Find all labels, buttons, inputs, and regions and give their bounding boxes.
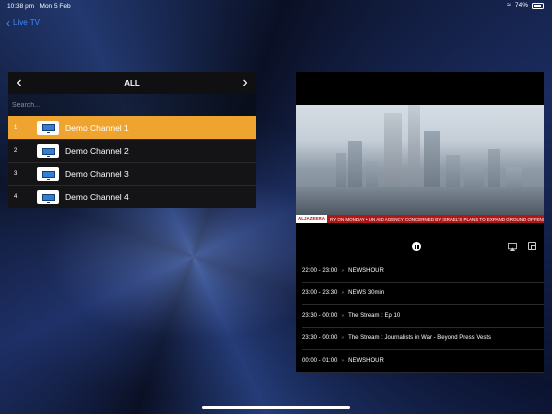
search-input[interactable] xyxy=(12,101,212,109)
chevron-right-icon: » xyxy=(341,290,345,297)
prev-category-button[interactable]: ‹ xyxy=(12,75,26,91)
tv-icon xyxy=(37,144,59,158)
back-button[interactable]: ‹ Live TV xyxy=(6,15,40,30)
program-time: 23:30 - 00:00 xyxy=(302,312,338,319)
channel-row[interactable]: 1 Demo Channel 1 xyxy=(8,116,256,139)
fullscreen-button[interactable] xyxy=(528,242,536,250)
battery-label: 74% xyxy=(514,2,528,9)
channel-number: 2 xyxy=(14,148,18,154)
tv-icon xyxy=(37,167,59,181)
program-row[interactable]: 22:00 - 23:00» NEWSHOUR xyxy=(302,260,544,283)
home-indicator xyxy=(202,406,350,409)
program-time: 23:00 - 23:30 xyxy=(302,290,338,297)
ticker-text: RY ON MONDAY • UN AID AGENCY CONCERNED B… xyxy=(330,216,544,222)
status-time: 10:38 pm Mon 5 Feb xyxy=(7,3,71,10)
video-frame[interactable]: ALJAZEERA RY ON MONDAY • UN AID AGENCY C… xyxy=(296,105,544,223)
chevron-right-icon: » xyxy=(341,267,345,274)
program-time: 22:00 - 23:00 xyxy=(302,267,338,274)
ticker-tag: ALJAZEERA xyxy=(296,215,328,223)
program-guide: 22:00 - 23:00» NEWSHOUR 23:00 - 23:30» NEWS… xyxy=(302,260,544,373)
channel-number: 3 xyxy=(14,171,18,177)
channel-name: Demo Channel 4 xyxy=(65,192,129,202)
chevron-right-icon: » xyxy=(341,335,345,342)
channel-number: 4 xyxy=(14,194,18,200)
channel-number: 1 xyxy=(14,124,18,131)
channel-name: Demo Channel 2 xyxy=(65,146,129,156)
chevron-right-icon: » xyxy=(341,312,345,319)
channel-list: 1 Demo Channel 1 2 Demo Channel 2 3 Demo Chan… xyxy=(8,116,256,208)
status-right: ≈ 74% xyxy=(507,2,544,9)
status-bar: 10:38 pm Mon 5 Feb ≈ 74% xyxy=(0,0,552,12)
news-ticker: ALJAZEERA RY ON MONDAY • UN AID AGENCY C… xyxy=(296,215,544,223)
channel-row[interactable]: 3 Demo Channel 3 xyxy=(8,162,256,185)
airplay-icon[interactable] xyxy=(508,243,517,251)
search-bar xyxy=(8,94,256,116)
wifi-icon: ≈ xyxy=(507,2,511,9)
program-title: The Stream : Ep 10 xyxy=(348,312,401,319)
category-title: ALL xyxy=(124,78,140,88)
program-title: The Stream : Journalists in War - Beyond… xyxy=(348,335,491,342)
program-title: NEWS 30min xyxy=(348,290,385,297)
program-title: NEWSHOUR xyxy=(348,267,384,274)
battery-icon xyxy=(532,2,544,9)
program-row[interactable]: 23:30 - 00:00» The Stream : Ep 10 xyxy=(302,305,544,328)
channel-row[interactable]: 2 Demo Channel 2 xyxy=(8,139,256,162)
player-panel: ALJAZEERA RY ON MONDAY • UN AID AGENCY C… xyxy=(296,72,544,373)
program-row[interactable]: 23:30 - 00:00» The Stream : Journalists i… xyxy=(302,328,544,350)
chevron-right-icon: » xyxy=(341,357,345,364)
next-category-button[interactable]: › xyxy=(238,75,252,91)
chevron-left-icon: ‹ xyxy=(6,15,10,30)
pause-button[interactable] xyxy=(412,242,421,251)
tv-icon xyxy=(37,190,59,204)
channel-row[interactable]: 4 Demo Channel 4 xyxy=(8,185,256,208)
channel-panel: ‹ ALL › 1 Demo Channel 1 2 Demo Channel 2 3 D… xyxy=(8,72,256,208)
channel-name: Demo Channel 3 xyxy=(65,169,129,179)
channel-name: Demo Channel 1 xyxy=(65,122,129,133)
program-row[interactable]: 00:00 - 01:00» NEWSHOUR xyxy=(302,350,544,373)
category-bar: ‹ ALL › xyxy=(8,72,256,94)
program-time: 23:30 - 00:00 xyxy=(302,335,338,342)
program-title: NEWSHOUR xyxy=(348,357,384,364)
player-controls xyxy=(296,240,544,254)
program-row[interactable]: 23:00 - 23:30» NEWS 30min xyxy=(302,283,544,305)
program-time: 00:00 - 01:00 xyxy=(302,357,338,364)
tv-icon xyxy=(37,120,59,135)
back-label: Live TV xyxy=(13,18,40,27)
